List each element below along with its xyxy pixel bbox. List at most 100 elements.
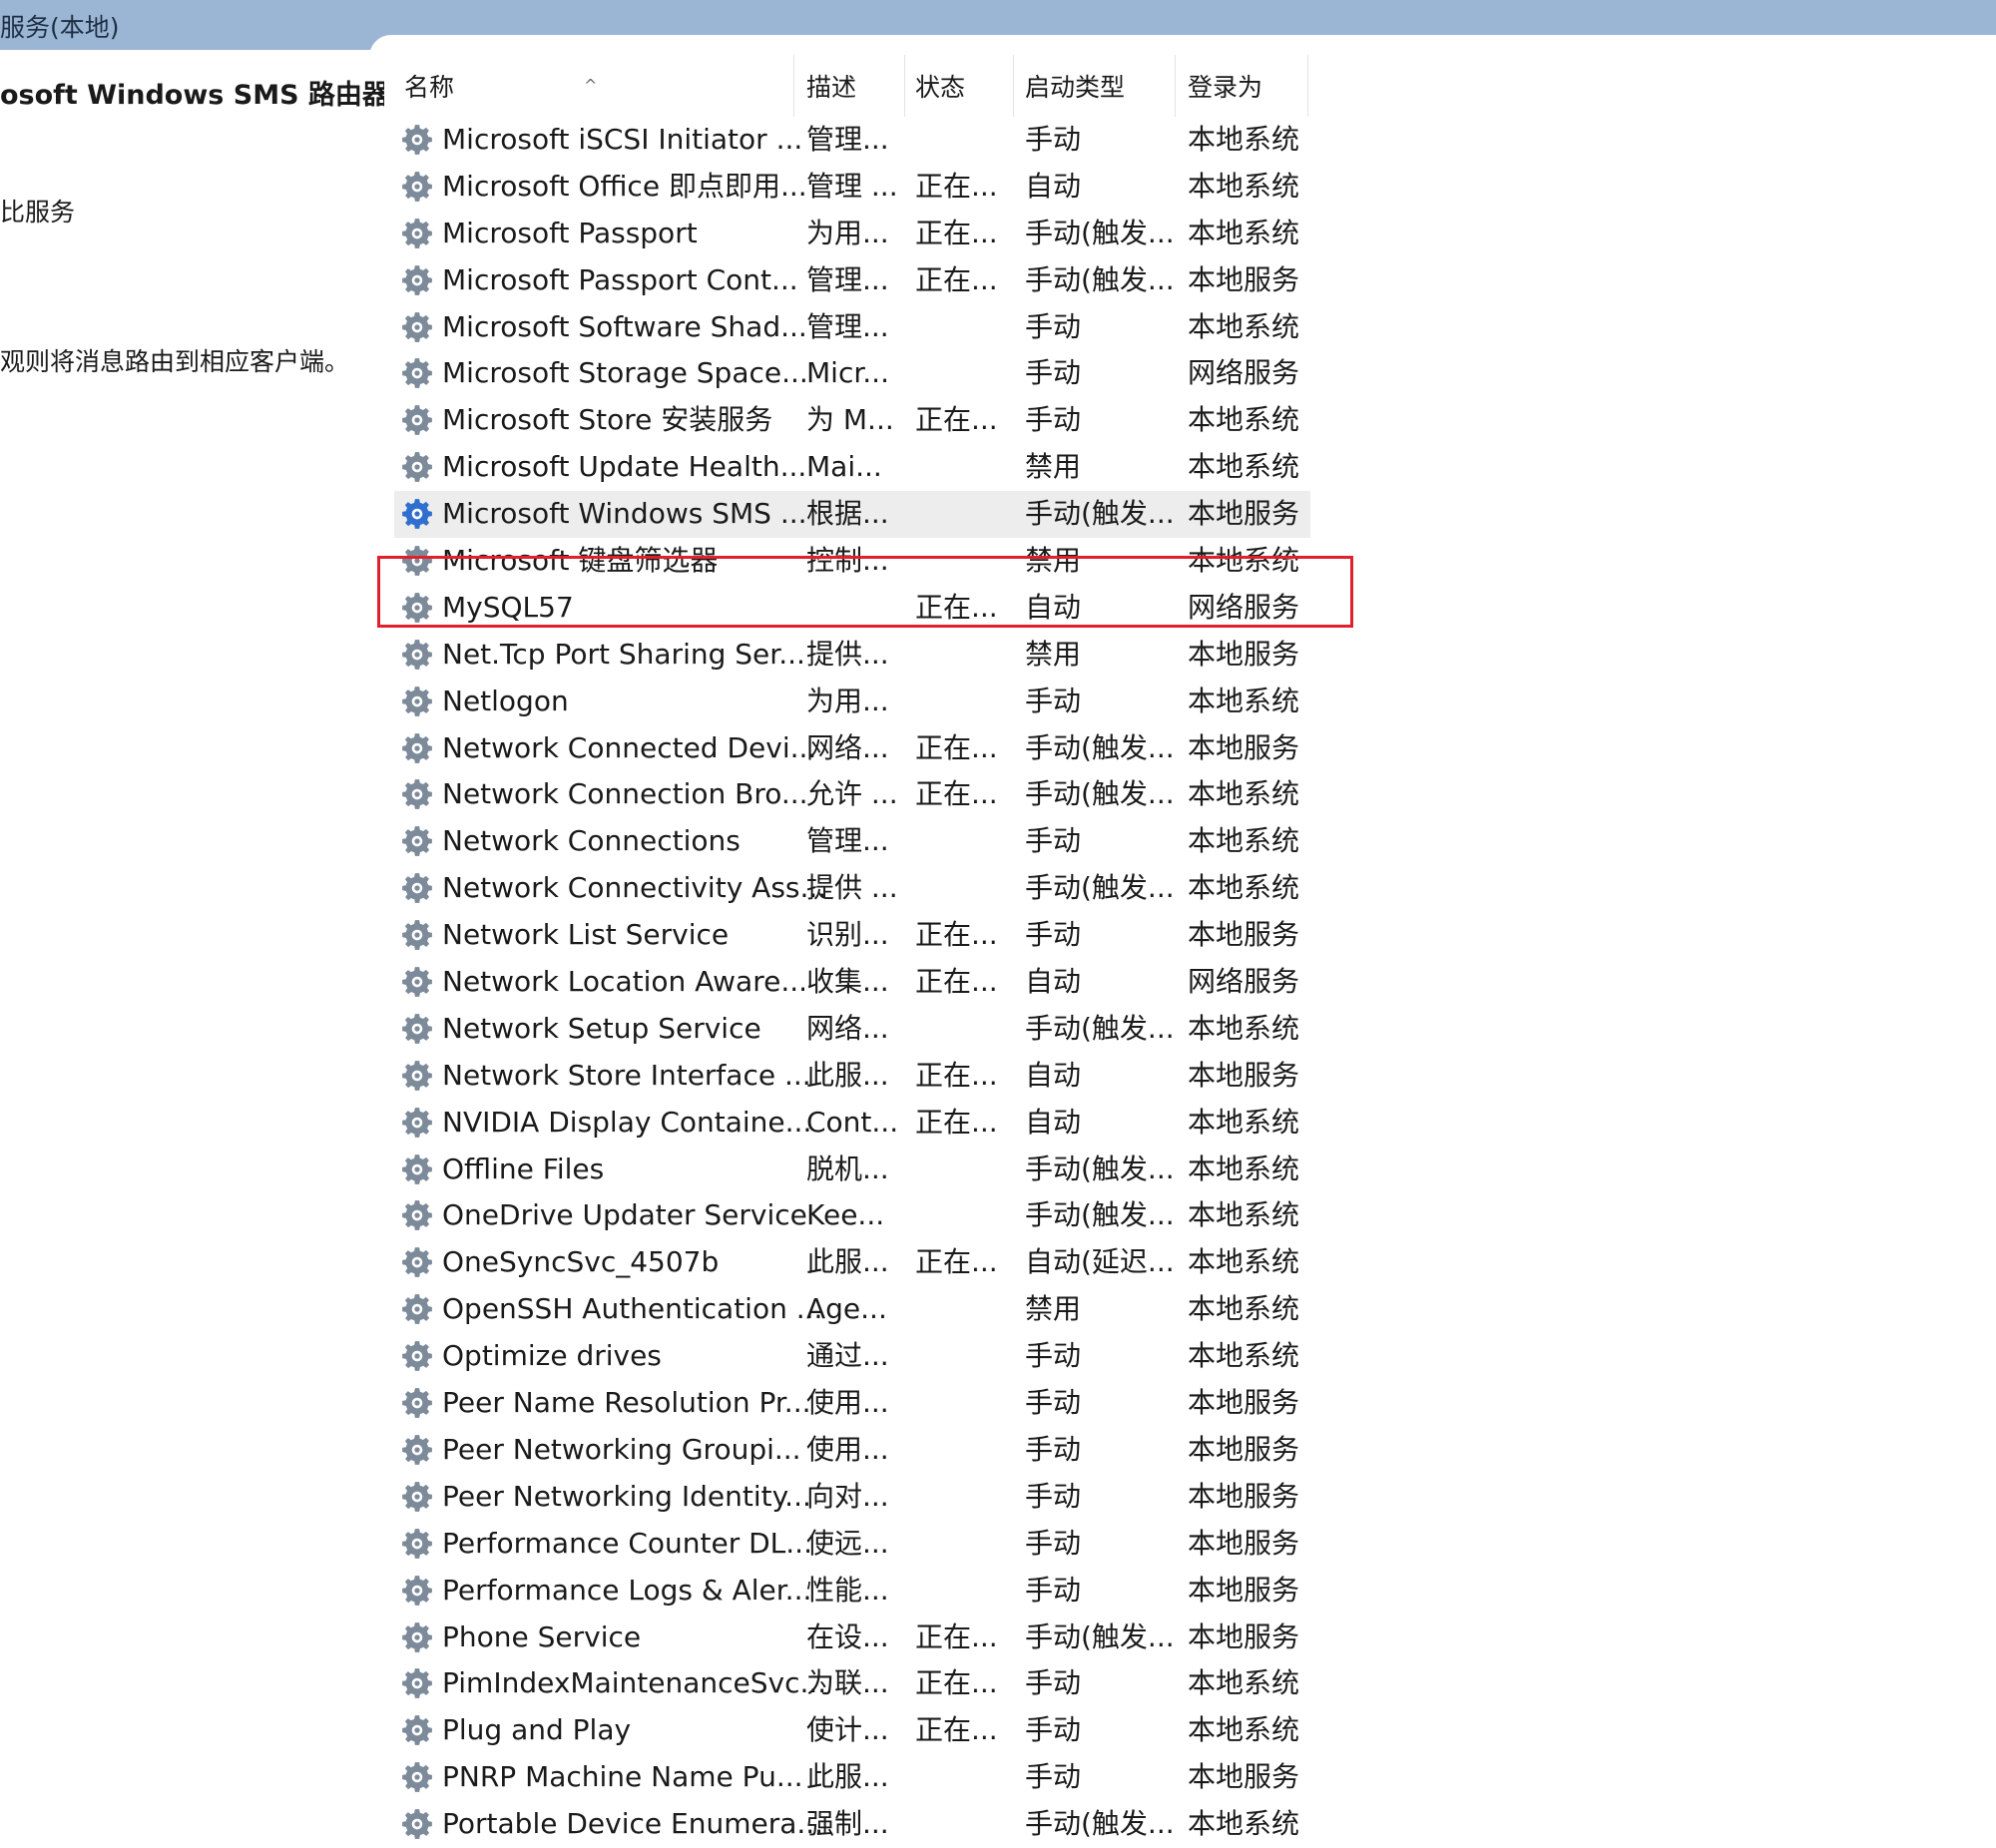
service-description-cell: 为用... (806, 684, 889, 717)
table-row[interactable]: Network Store Interface ... 此服... 正在... … (394, 1053, 1310, 1100)
service-status (915, 491, 1015, 538)
column-header-status[interactable]: 状态 (905, 67, 1013, 109)
table-row[interactable]: Net.Tcp Port Sharing Ser... 提供... 禁用 本地服… (394, 632, 1310, 679)
table-row[interactable]: Network Connection Bro... 允许 ... 正在... 手… (394, 771, 1310, 818)
column-divider[interactable] (1307, 55, 1308, 117)
service-status (915, 679, 1015, 725)
service-startup-type: 手动 (1025, 1339, 1082, 1373)
column-divider[interactable] (1013, 55, 1014, 117)
table-row[interactable]: Microsoft Passport Cont... 管理... 正在... 手… (394, 257, 1310, 304)
table-row[interactable]: Phone Service 在设... 正在... 手动(触发... 本地服务 (394, 1615, 1310, 1661)
table-row[interactable]: Microsoft Windows SMS ... 根据... 手动(触发...… (394, 491, 1310, 539)
column-header-description[interactable]: 描述 (796, 67, 904, 109)
table-row[interactable]: Network Location Aware... 收集... 正在... 自动… (394, 959, 1310, 1006)
column-header-name[interactable]: 名称 ^ (394, 67, 793, 109)
column-divider[interactable] (1175, 55, 1176, 117)
gear-icon (400, 1380, 438, 1427)
table-row[interactable]: OneDrive Updater Service Kee... 手动(触发...… (394, 1192, 1310, 1239)
gear-icon (400, 585, 438, 632)
service-startup-type: 禁用 (1025, 1292, 1082, 1326)
service-logon-as: 本地系统 (1188, 309, 1300, 343)
service-startup-type: 禁用 (1025, 450, 1082, 484)
table-row[interactable]: PimIndexMaintenanceSvc... 为联... 正在... 手动… (394, 1660, 1310, 1707)
table-row[interactable]: Peer Name Resolution Pr... 使用... 手动 本地服务 (394, 1380, 1310, 1427)
service-description-cell: 此服... (806, 1245, 889, 1279)
table-row[interactable]: Network Connected Devi... 网络... 正在... 手动… (394, 725, 1310, 772)
table-row[interactable]: PNRP Machine Name Pu... 此服... 手动 本地服务 (394, 1754, 1310, 1801)
gear-icon (400, 1615, 438, 1661)
table-row[interactable]: Netlogon 为用... 手动 本地系统 (394, 679, 1310, 725)
service-logon-as: 本地服务 (1188, 1760, 1300, 1794)
service-startup-type: 自动 (1025, 590, 1082, 624)
service-description-cell: 强制... (806, 1807, 889, 1841)
service-status (915, 1521, 1015, 1568)
service-status: 正在... (915, 169, 998, 203)
service-description-cell: 管理... (806, 123, 889, 156)
service-status (915, 538, 1015, 585)
table-row[interactable]: Microsoft Software Shad... 管理... 手动 本地系统 (394, 304, 1310, 351)
sort-ascending-icon: ^ (584, 76, 598, 95)
service-description-cell: Age... (806, 1292, 887, 1326)
table-row[interactable]: NVIDIA Display Containe... Cont... 正在...… (394, 1100, 1310, 1147)
gear-icon (400, 1474, 438, 1521)
table-row[interactable]: Portable Device Enumera... 强制... 手动(触发..… (394, 1801, 1310, 1848)
table-row[interactable]: Microsoft iSCSI Initiator ... 管理... 手动 本… (394, 117, 1310, 164)
service-logon-as: 本地服务 (1188, 1058, 1300, 1092)
service-logon-as: 本地服务 (1188, 1432, 1300, 1466)
gear-icon (400, 1333, 438, 1380)
table-row[interactable]: Microsoft Passport 为用... 正在... 手动(触发... … (394, 211, 1310, 257)
table-row[interactable]: Offline Files 脱机... 手动(触发... 本地系统 (394, 1147, 1310, 1193)
table-row[interactable]: Network List Service 识别... 正在... 手动 本地服务 (394, 912, 1310, 959)
table-row[interactable]: Microsoft Store 安装服务 为 M... 正在... 手动 本地系… (394, 397, 1310, 444)
table-row[interactable]: Peer Networking Groupi... 使用... 手动 本地服务 (394, 1427, 1310, 1474)
service-status (915, 1192, 1015, 1239)
table-row[interactable]: Performance Counter DL... 使远... 手动 本地服务 (394, 1521, 1310, 1568)
service-logon-as: 本地服务 (1188, 730, 1300, 764)
service-logon-as: 网络服务 (1188, 356, 1300, 390)
table-row[interactable]: OpenSSH Authentication ... Age... 禁用 本地系… (394, 1286, 1310, 1333)
service-description-cell: 为联... (806, 1666, 889, 1700)
service-status: 正在... (915, 1713, 998, 1747)
table-row[interactable]: Microsoft Update Health... Mai... 禁用 本地系… (394, 444, 1310, 491)
service-status (915, 1286, 1015, 1333)
service-description-cell: 通过... (806, 1339, 889, 1373)
service-status (915, 304, 1015, 351)
service-logon-as: 本地服务 (1188, 1573, 1300, 1607)
service-startup-type: 自动 (1025, 169, 1082, 203)
service-startup-type: 手动(触发... (1025, 730, 1175, 764)
table-row[interactable]: Microsoft Office 即点即用... 管理 ... 正在... 自动… (394, 164, 1310, 211)
table-row[interactable]: MySQL57 正在... 自动 网络服务 (394, 585, 1310, 632)
service-description-cell: Cont... (806, 1105, 899, 1139)
service-startup-type: 手动 (1025, 1713, 1082, 1747)
service-status: 正在... (915, 777, 998, 811)
column-divider[interactable] (793, 55, 794, 117)
service-startup-type: 手动(触发... (1025, 1198, 1175, 1232)
gear-icon (400, 632, 438, 679)
service-description-cell: Mai... (806, 450, 882, 484)
gear-icon (400, 1192, 438, 1239)
service-status: 正在... (915, 403, 998, 437)
gear-icon (400, 725, 438, 772)
table-row[interactable]: OneSyncSvc_4507b 此服... 正在... 自动(延迟... 本地… (394, 1239, 1310, 1286)
service-status (915, 117, 1015, 164)
column-header-startup-type[interactable]: 启动类型 (1015, 67, 1175, 109)
service-logon-as: 本地服务 (1188, 1386, 1300, 1420)
service-logon-as: 本地系统 (1188, 1198, 1300, 1232)
service-logon-as: 本地系统 (1188, 1245, 1300, 1279)
table-row[interactable]: Network Connectivity Ass... 提供 ... 手动(触发… (394, 865, 1310, 912)
table-row[interactable]: Plug and Play 使计... 正在... 手动 本地系统 (394, 1707, 1310, 1754)
service-status: 正在... (915, 1666, 998, 1700)
column-header-log-on-as[interactable]: 登录为 (1178, 67, 1307, 109)
service-logon-as: 本地服务 (1188, 497, 1300, 531)
table-row[interactable]: Microsoft 键盘筛选器 控制... 禁用 本地系统 (394, 538, 1310, 585)
service-action-link[interactable]: 比服务 (0, 193, 75, 229)
service-description-cell: 此服... (806, 1058, 889, 1092)
table-row[interactable]: Peer Networking Identity... 向对... 手动 本地服… (394, 1474, 1310, 1521)
table-row[interactable]: Network Connections 管理... 手动 本地系统 (394, 818, 1310, 865)
gear-icon (400, 491, 438, 538)
table-row[interactable]: Optimize drives 通过... 手动 本地系统 (394, 1333, 1310, 1380)
table-row[interactable]: Performance Logs & Aler... 性能... 手动 本地服务 (394, 1568, 1310, 1615)
table-row[interactable]: Network Setup Service 网络... 手动(触发... 本地系… (394, 1006, 1310, 1053)
gear-icon (400, 1427, 438, 1474)
table-row[interactable]: Microsoft Storage Space... Micr... 手动 网络… (394, 350, 1310, 397)
